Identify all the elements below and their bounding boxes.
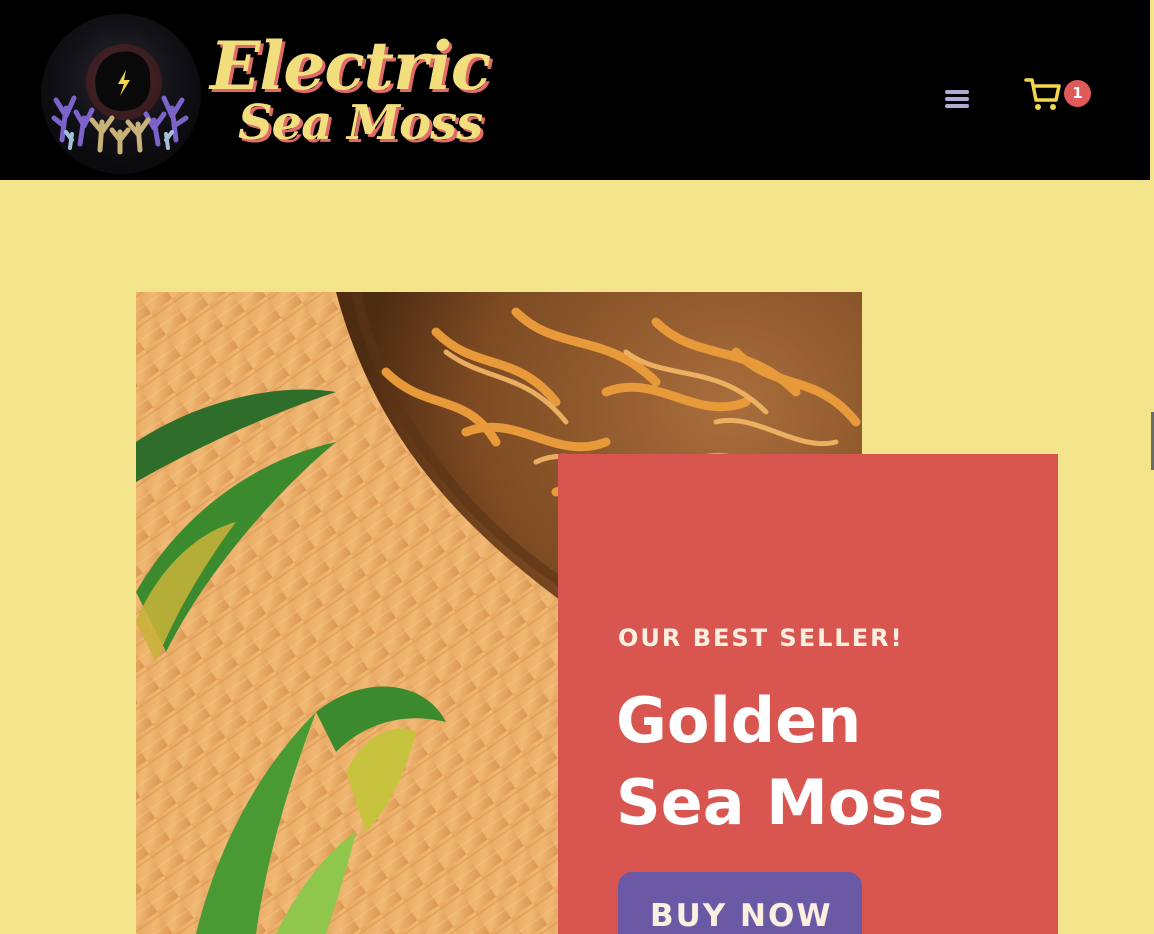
product-title: Golden Sea Moss <box>616 680 1036 844</box>
best-seller-card: OUR BEST SELLER! Golden Sea Moss BUY NOW <box>558 454 1058 934</box>
menu-bar <box>945 97 969 101</box>
brand-wordmark[interactable]: Electric Sea Moss <box>210 27 491 152</box>
promo-eyebrow: OUR BEST SELLER! <box>618 624 904 652</box>
scrollbar-track[interactable] <box>1150 0 1154 934</box>
site-header: Electric Sea Moss 1 <box>0 0 1150 180</box>
page: Electric Sea Moss 1 OUR BEST SELLER! Gol… <box>0 0 1154 934</box>
brand-name-line2: Sea Moss <box>238 95 483 151</box>
product-title-line1: Golden <box>616 684 862 757</box>
cart-count-badge: 1 <box>1064 80 1091 107</box>
cart-button[interactable]: 1 <box>1024 74 1094 114</box>
buy-now-button[interactable]: BUY NOW <box>618 872 862 934</box>
menu-bar <box>945 90 969 94</box>
buy-now-label: BUY NOW <box>650 898 833 934</box>
hamburger-menu-icon[interactable] <box>940 84 974 114</box>
brand-name-line1: Electric <box>210 27 491 105</box>
coral-lightning-logo-icon[interactable] <box>40 12 202 176</box>
menu-bar <box>945 104 969 108</box>
shopping-cart-icon <box>1024 78 1061 110</box>
product-title-line2: Sea Moss <box>616 766 945 839</box>
